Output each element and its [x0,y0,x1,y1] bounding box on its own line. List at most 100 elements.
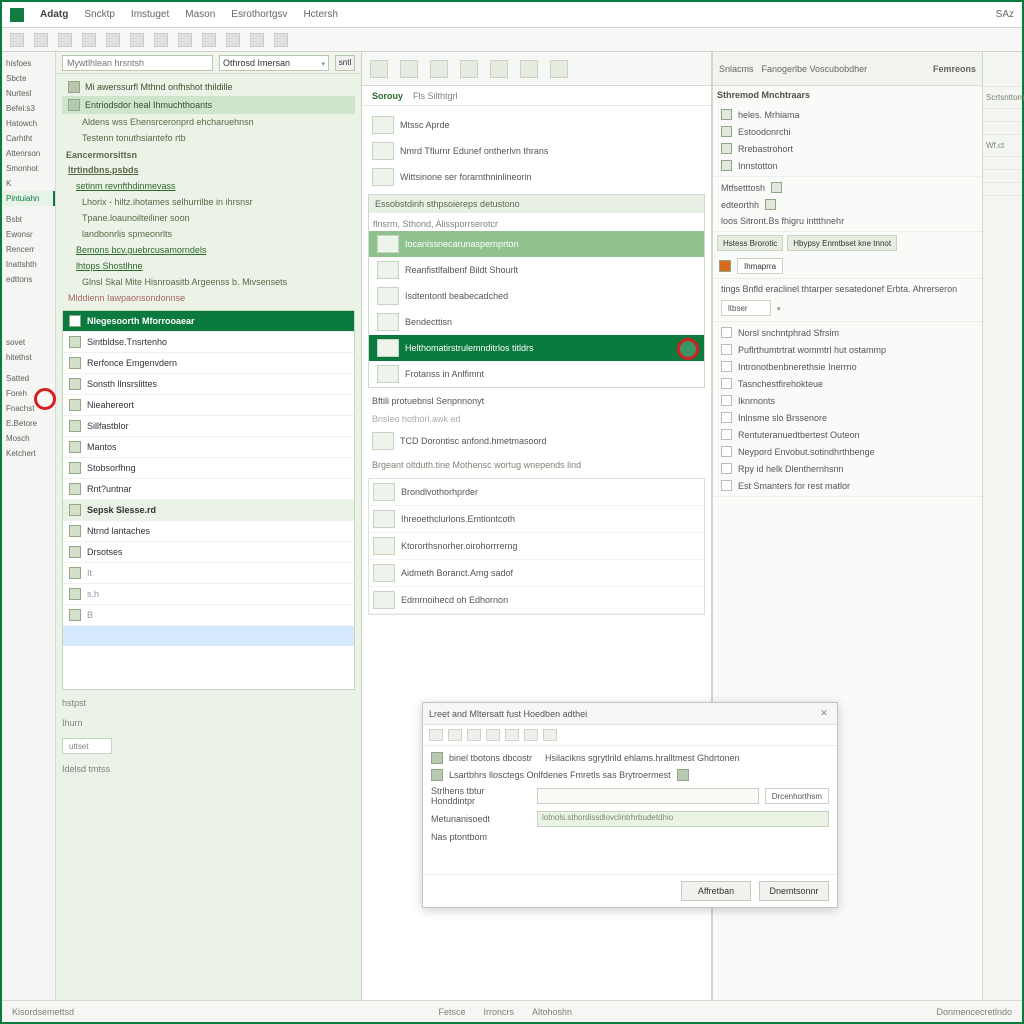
strip-item[interactable]: Wf.ct [983,134,1022,156]
section-item[interactable]: Bendecttisn [369,309,704,335]
nav-dropdown[interactable]: Othrosd Imersan [219,55,329,71]
property-check-row[interactable]: Norsl snchntphrad Sfrsim [717,324,978,341]
nav-row[interactable]: landbonrlis spmeonrlts [62,226,355,242]
label-item[interactable]: Satted [2,371,55,386]
tb-icon[interactable] [10,33,24,47]
checkbox-icon[interactable] [721,429,732,440]
label-item[interactable]: Ketchert [2,446,55,461]
nav-footer-button[interactable]: uttset [62,738,112,754]
rp-row[interactable]: Estoodonrchi [717,123,978,140]
property-check-row[interactable]: Puflrthumtrtrat wommtrl hut ostammp [717,341,978,358]
checkbox-icon[interactable] [721,327,732,338]
nav-row-link[interactable]: lhtops Shostlhne [62,258,355,274]
strip-item[interactable] [983,182,1022,195]
list-item[interactable]: Ntrnd lantaches [63,521,354,542]
dlg-tool-icon[interactable] [543,729,557,741]
rp-chip[interactable]: Hbypsy Enmtbset kne tnnot [787,235,897,251]
list-item[interactable]: Stobsorfhng [63,458,354,479]
menu-item-4[interactable]: Esrothortgsv [231,9,287,20]
strip-item[interactable]: Scrtsnttom [983,86,1022,108]
label-item[interactable]: Hatowch [2,116,55,131]
dlg-tool-icon[interactable] [448,729,462,741]
list-item[interactable]: Sillfastblor [63,416,354,437]
nav-row[interactable]: Testenn tonuthsiantefo rtb [62,130,355,146]
list2-item[interactable]: Brondlvothorhprder [369,479,704,506]
ribbon-icon[interactable] [370,60,388,78]
list2-item[interactable]: Edmrnoihecd oh Edhornon [369,587,704,614]
nav-row-header[interactable]: ltrtindbns.psbds [62,162,355,178]
label-item[interactable]: Carhtht [2,131,55,146]
section-item[interactable]: Isdtentontl beabecadched [369,283,704,309]
content-row[interactable]: Bftili protuebnsl Senpnnonyt [368,392,705,410]
label-item[interactable]: hisfoes [2,56,55,71]
tb-icon[interactable] [226,33,240,47]
property-check-row[interactable]: Tasnchestfirehokteue [717,375,978,392]
nav-row[interactable]: Lhorix - hiltz.ihotames selhurrilbe in i… [62,194,355,210]
property-check-row[interactable]: Rpy id helk Dlenthernhsnn [717,460,978,477]
section-item[interactable]: Helthomatirstrulemnditrlos titldrs [369,335,704,361]
content-row[interactable]: Mtssc Aprde [368,112,705,138]
content-row[interactable]: Nmrd Tflurnr Edunef ontherlvn thrans [368,138,705,164]
strip-item[interactable] [983,108,1022,121]
ribbon-icon[interactable] [400,60,418,78]
nav-row-link[interactable]: Bemons bcv.guebrcusamorndels [62,242,355,258]
center-tab-1[interactable]: Sorouy [372,91,403,101]
nav-footer-d[interactable]: Idelsd tmtss [62,764,355,774]
checkbox-icon[interactable] [721,463,732,474]
list-item[interactable]: Drsotses [63,542,354,563]
checkbox-icon[interactable] [721,412,732,423]
label-item[interactable]: Sbcte [2,71,55,86]
dialog-ok-button[interactable]: Affretban [681,881,751,901]
tb-icon[interactable] [58,33,72,47]
tb-icon[interactable] [274,33,288,47]
label-item[interactable]: Nurtesl [2,86,55,101]
nav-footer-a[interactable]: hstpst [62,698,355,708]
checkbox-icon[interactable] [721,395,732,406]
status-mid-2[interactable]: Irroncrs [483,1007,514,1017]
list-footer-selection[interactable] [63,626,354,646]
nav-go-button[interactable]: sntl [335,55,355,71]
menu-item-5[interactable]: Hctersh [303,9,337,20]
checkbox-icon[interactable] [721,361,732,372]
strip-item[interactable] [983,169,1022,182]
nav-row[interactable]: Tpane.loaunoilteiliner soon [62,210,355,226]
rp-row[interactable]: heles. Mrhiama [717,106,978,123]
list2-item[interactable]: Ktororthsnorher.oirohorrrerng [369,533,704,560]
content-row[interactable]: Wittsinone ser forarnthninlineorin [368,164,705,190]
label-item[interactable]: Pintuiahn [2,191,55,206]
dlg-tool-icon[interactable] [524,729,538,741]
menu-right[interactable]: SAz [996,9,1014,20]
dialog-cancel-button[interactable]: Dnemtsonnr [759,881,829,901]
list-item[interactable]: s.h [63,584,354,605]
strip-item[interactable] [983,156,1022,169]
label-item[interactable]: Befel:s3 [2,101,55,116]
list-item[interactable]: Sepsk Slesse.rd [63,500,354,521]
label-item[interactable]: K [2,176,55,191]
checkbox-icon[interactable] [721,378,732,389]
close-icon[interactable]: ✕ [817,707,831,721]
property-check-row[interactable]: Intronotbenbnerethsie Inerrno [717,358,978,375]
label-item[interactable]: hitethst [2,350,55,365]
tb-icon[interactable] [82,33,96,47]
section-head[interactable]: Essobstdinh sthpsoiereps detustono [369,195,704,213]
rp-chip[interactable]: Hstess Brorotic [717,235,783,251]
tb-icon[interactable] [250,33,264,47]
rp-row[interactable]: Rrebastrohort [717,140,978,157]
ribbon-icon[interactable] [430,60,448,78]
section-item[interactable]: Iocanissnecarunaspernprton [369,231,704,257]
tb-icon[interactable] [34,33,48,47]
ribbon-icon[interactable] [490,60,508,78]
ribbon-icon[interactable] [550,60,568,78]
dlg-field-1[interactable] [537,788,759,804]
rp-header-3[interactable]: Femreons [933,64,976,74]
menu-item-2[interactable]: Imstuget [131,9,169,20]
nav-row[interactable]: Entriodsdor heal Ihmuchthoants [62,96,355,114]
label-item[interactable]: sovet [2,335,55,350]
tb-icon[interactable] [130,33,144,47]
section-item[interactable]: Reanfistlfalbenf Bildt Shourlt [369,257,704,283]
dlg-extra-button[interactable]: Drcenhorthsm [765,788,829,804]
rp-row[interactable]: Innstotton [717,157,978,174]
property-check-row[interactable]: Inlnsme slo Brssenore [717,409,978,426]
label-item[interactable]: Ewonsr [2,227,55,242]
nav-search-input[interactable] [62,55,213,71]
